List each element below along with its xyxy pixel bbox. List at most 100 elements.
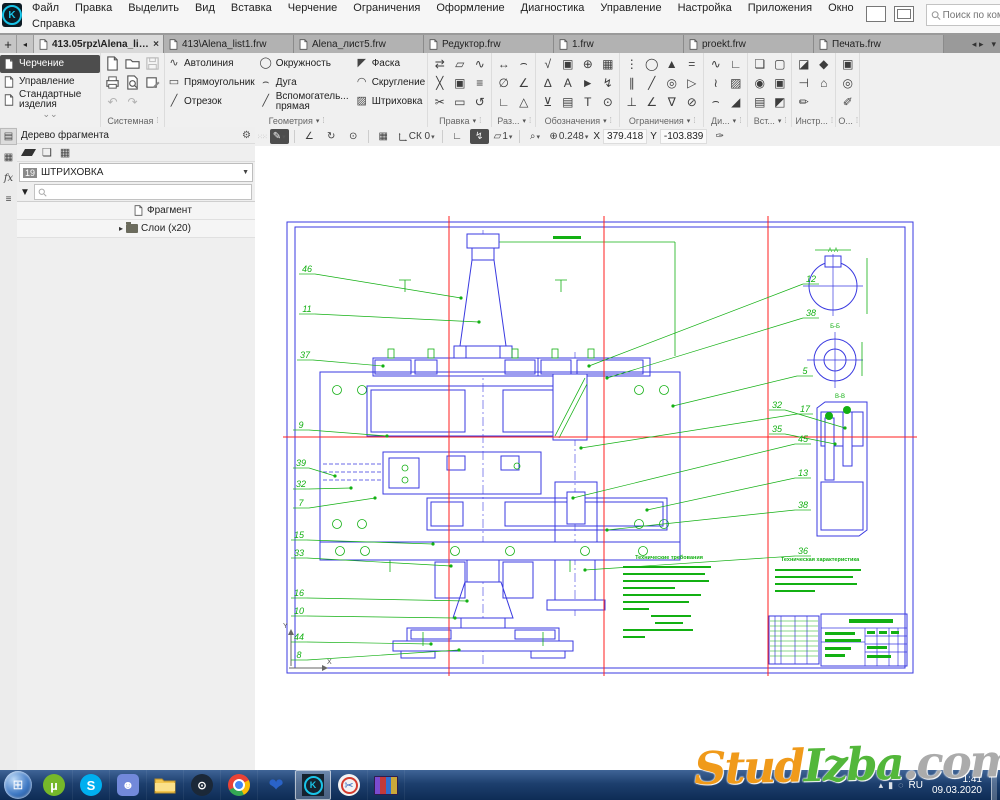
y-coordinate-value[interactable]: -103.839 [660, 129, 707, 144]
diagnostic-tool-icon[interactable]: ◢ [726, 92, 745, 111]
menu-item[interactable]: Оформление [428, 2, 512, 14]
menu-item[interactable]: Окно [820, 2, 862, 14]
diagnostic-tool-icon[interactable]: ≀ [706, 73, 725, 92]
tree-item-layers[interactable]: ▸ Слои (x20) [17, 220, 255, 238]
position-callout[interactable]: 39 [296, 458, 306, 468]
snap-settings-button[interactable]: ✎▾ [270, 129, 289, 144]
show-desktop-button[interactable] [991, 770, 997, 800]
geometry-tool-button[interactable]: ╱ Отрезок [167, 92, 255, 111]
taskbar-utorrent-icon[interactable]: µ [36, 770, 73, 800]
window-layout-icon[interactable] [866, 6, 886, 22]
constraint-tool-icon[interactable]: ◎ [662, 73, 681, 92]
open-document-icon[interactable] [123, 54, 142, 73]
document-tab[interactable]: 413.05rpz\Alena_list1... × [34, 35, 164, 53]
new-tab-button[interactable]: + [0, 35, 16, 53]
menu-item[interactable]: Ограничения [345, 2, 428, 14]
taskbar-discord-icon[interactable]: ☻ [110, 770, 147, 800]
variables-panel-icon[interactable]: fx [1, 171, 16, 186]
document-tab[interactable]: Редуктор.frw × [424, 35, 554, 53]
menu-item[interactable]: Справка [24, 18, 83, 30]
preview-icon[interactable] [123, 73, 142, 92]
tab-scroll-left-icon[interactable]: ◂ [17, 35, 33, 53]
tools-tool-icon[interactable]: ⊣ [794, 73, 813, 92]
insert-tool-icon[interactable]: ❏ [750, 54, 769, 73]
modules-expand-icon[interactable]: ⌄⌄ [0, 109, 100, 121]
position-callout[interactable]: 32 [772, 400, 782, 410]
dimension-tool-icon[interactable]: ∅ [494, 73, 513, 92]
insert-tool-icon[interactable]: ▢ [770, 54, 789, 73]
clock[interactable]: 1:41 09.03.2020 [932, 774, 982, 797]
search-input[interactable] [941, 9, 1000, 22]
tools-tool-icon[interactable]: ◪ [794, 54, 813, 73]
document-tab[interactable]: 413\Alena_list1.frw × [164, 35, 294, 53]
designation-tool-icon[interactable]: ∆ [538, 73, 557, 92]
constraint-tool-icon[interactable]: ▷ [682, 73, 701, 92]
dimension-tool-icon[interactable]: ∠ [514, 73, 533, 92]
tree-panel-icon[interactable]: ▤ [1, 129, 16, 144]
designation-tool-icon[interactable]: ▤ [558, 92, 577, 111]
diagnostic-tool-icon[interactable]: ▨ [726, 73, 745, 92]
constraint-tool-icon[interactable]: ⊥ [622, 92, 641, 111]
title-block[interactable] [769, 614, 907, 666]
tools-tool-icon[interactable]: ✏ [794, 92, 813, 111]
diagnostic-tool-icon[interactable]: ∿ [706, 54, 725, 73]
designation-tool-icon[interactable]: ⊙ [598, 92, 617, 111]
insert-tool-icon[interactable]: ◩ [770, 92, 789, 111]
o-tool-icon[interactable]: ✐ [838, 92, 857, 111]
section-dropdown-icon[interactable]: ▾ [778, 117, 782, 125]
position-callout[interactable]: 13 [798, 468, 808, 478]
geometry-tool-button[interactable]: ▨ Штриховка [355, 92, 426, 111]
tools-tool-icon[interactable]: ⌂ [814, 73, 833, 92]
taskbar-chrome-icon[interactable] [221, 770, 258, 800]
document-tab[interactable]: Печать.frw × [814, 35, 944, 53]
module-button[interactable]: Стандартные изделия [0, 91, 100, 109]
section-dropdown-icon[interactable]: ▾ [687, 117, 691, 125]
geometry-tool-button[interactable]: ▭ Прямоугольник [167, 73, 255, 92]
designation-tool-icon[interactable]: ▦ [598, 54, 617, 73]
tab-scroll-right-icon[interactable]: ◂ ▸ [968, 39, 988, 50]
constraint-tool-icon[interactable]: ╱ [642, 73, 661, 92]
menu-item[interactable]: Правка [67, 2, 120, 14]
dimension-tool-icon[interactable]: ∟ [494, 92, 513, 111]
insert-tool-icon[interactable]: ◉ [750, 73, 769, 92]
x-coordinate-value[interactable]: 379.418 [603, 129, 647, 144]
layers-icon[interactable] [21, 149, 36, 156]
position-callout[interactable]: 45 [798, 434, 809, 444]
zoom-tool-icon[interactable]: ⌕▾ [525, 129, 544, 144]
toolbar-grip[interactable]: ⁙⁙ [257, 133, 267, 141]
position-callout[interactable]: 33 [294, 548, 304, 558]
position-callout[interactable]: 37 [300, 350, 311, 360]
constraint-tool-icon[interactable]: ∥ [622, 73, 641, 92]
edit-tool-icon[interactable]: ∿ [470, 54, 489, 73]
print-icon[interactable] [103, 73, 122, 92]
menu-item[interactable]: Диагностика [513, 2, 593, 14]
taskbar-snipping-icon[interactable]: ✂ [331, 770, 368, 800]
designation-tool-icon[interactable]: √ [538, 54, 557, 73]
insert-tool-icon[interactable]: ▣ [770, 73, 789, 92]
position-callout[interactable]: 16 [294, 588, 304, 598]
edit-tool-icon[interactable]: ≡ [470, 73, 489, 92]
designation-tool-icon[interactable]: ▣ [558, 54, 577, 73]
geometry-tool-button[interactable]: ◠ Скругление [355, 73, 426, 92]
detail-section-v[interactable]: В-В [817, 394, 867, 536]
taskbar-kompas-icon[interactable]: K [295, 770, 331, 800]
taskbar-steam-icon[interactable]: ⊙ [184, 770, 221, 800]
menu-item[interactable]: Выделить [120, 2, 187, 14]
menu-item[interactable]: Управление [592, 2, 669, 14]
geometry-tool-button[interactable]: ◯ Окружность [259, 54, 351, 73]
main-assembly-view[interactable] [320, 230, 680, 666]
save-as-icon[interactable] [143, 73, 162, 92]
taskbar-winrar-icon[interactable] [368, 770, 405, 800]
dimension-tool-icon[interactable]: ↔ [494, 54, 513, 73]
position-callout[interactable]: 11 [302, 304, 311, 314]
dimension-tool-icon[interactable]: △ [514, 92, 533, 111]
geometry-tool-button[interactable]: ╱ Вспомогатель... прямая [259, 92, 351, 111]
coordinate-system-button[interactable]: СК 0▾ [396, 129, 437, 144]
ortho-mode-icon[interactable]: ∟ [448, 129, 467, 144]
document-tab[interactable]: proekt.frw × [684, 35, 814, 53]
tree-search-input[interactable] [34, 184, 252, 200]
copy-properties-icon[interactable]: ❏ [42, 146, 52, 159]
position-callout[interactable]: 46 [302, 264, 312, 274]
expand-arrow-icon[interactable]: ▸ [119, 224, 123, 233]
tree-item-fragment[interactable]: Фрагмент [17, 202, 255, 220]
